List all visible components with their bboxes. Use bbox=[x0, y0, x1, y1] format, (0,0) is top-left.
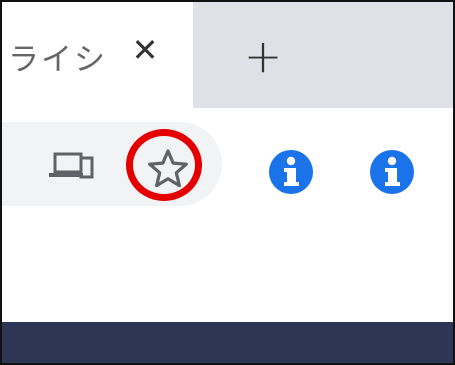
page-header-strip bbox=[2, 322, 453, 363]
new-tab-button[interactable]: + bbox=[240, 33, 286, 79]
highlight-ring bbox=[126, 129, 202, 201]
devices-icon[interactable] bbox=[47, 148, 95, 184]
tab-strip: ライシ ✕ + bbox=[2, 2, 453, 108]
info-icon[interactable] bbox=[267, 148, 315, 196]
browser-toolbar bbox=[2, 108, 453, 322]
active-tab[interactable]: ライシ ✕ bbox=[2, 2, 193, 108]
tab-title: ライシ bbox=[8, 42, 107, 78]
browser-window: ライシ ✕ + bbox=[0, 0, 455, 365]
close-icon[interactable]: ✕ bbox=[128, 33, 162, 67]
info-icon[interactable] bbox=[368, 148, 416, 196]
